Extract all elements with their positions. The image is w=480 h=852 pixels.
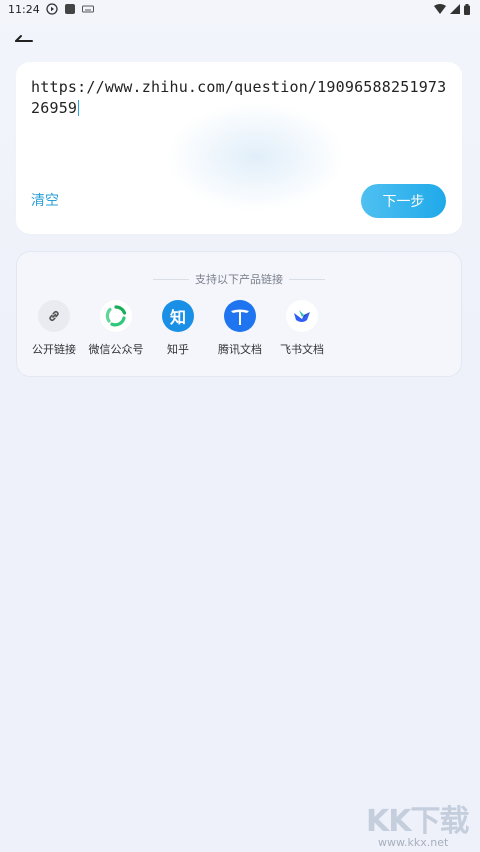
wifi-icon bbox=[434, 4, 446, 14]
back-arrow-icon bbox=[14, 29, 34, 43]
watermark-logo: KK下载 www.kkx.net bbox=[360, 796, 480, 852]
feishu-docs-icon bbox=[286, 300, 318, 332]
supported-products-heading: 支持以下产品链接 bbox=[17, 271, 461, 287]
watermark-url: www.kkx.net bbox=[378, 836, 449, 849]
divider-right bbox=[289, 278, 325, 280]
status-time: 11:24 bbox=[8, 2, 40, 16]
product-label: 飞书文档 bbox=[280, 343, 324, 356]
next-step-button[interactable]: 下一步 bbox=[361, 184, 446, 218]
product-label: 腾讯文档 bbox=[218, 343, 262, 356]
url-input-card: https://www.zhihu.com/question/190965882… bbox=[16, 62, 462, 234]
url-input[interactable]: https://www.zhihu.com/question/190965882… bbox=[31, 77, 451, 119]
product-label: 公开链接 bbox=[32, 343, 76, 356]
url-input-value: https://www.zhihu.com/question/190965882… bbox=[31, 78, 447, 117]
clear-button[interactable]: 清空 bbox=[31, 190, 59, 210]
app-square-icon bbox=[64, 3, 76, 15]
status-bar: 11:24 bbox=[0, 0, 480, 18]
play-circle-icon bbox=[46, 3, 58, 15]
supported-products-title: 支持以下产品链接 bbox=[195, 273, 283, 286]
watermark-text: KK下载 bbox=[366, 804, 469, 839]
keyboard-icon bbox=[81, 4, 94, 14]
product-list: 公开链接 微信公众号 知 知乎 腾讯文档 飞书文档 bbox=[17, 300, 461, 360]
product-feishu-docs[interactable]: 飞书文档 bbox=[265, 300, 339, 357]
divider-left bbox=[153, 278, 189, 280]
supported-products-card: 支持以下产品链接 公开链接 微信公众号 知 知乎 腾讯文档 飞书文档 bbox=[16, 251, 462, 377]
back-button[interactable] bbox=[12, 26, 36, 46]
text-caret bbox=[78, 100, 80, 116]
link-icon bbox=[38, 300, 70, 332]
tencent-docs-icon bbox=[224, 300, 256, 332]
product-label: 微信公众号 bbox=[88, 343, 144, 356]
zhihu-icon: 知 bbox=[162, 300, 194, 332]
product-label: 知乎 bbox=[167, 343, 189, 356]
battery-icon bbox=[464, 3, 470, 15]
wechat-mp-icon bbox=[100, 300, 132, 332]
signal-icon bbox=[450, 4, 460, 14]
